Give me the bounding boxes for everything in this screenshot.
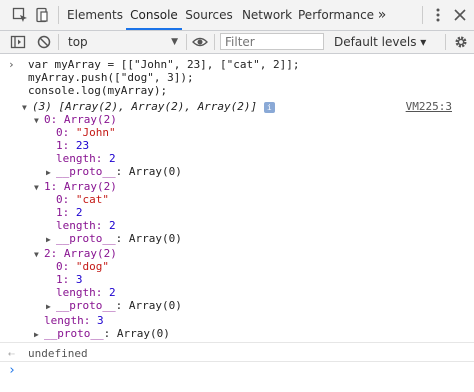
tree-item: 1: 23	[56, 139, 90, 152]
tree-item[interactable]: ▼ 1: Array(2)	[34, 180, 117, 194]
tree-item[interactable]: ▶ __proto__: Array(0)	[46, 299, 182, 313]
gear-icon[interactable]	[453, 34, 469, 50]
more-tabs-button[interactable]: »	[372, 0, 392, 30]
tree-item: length: 2	[56, 152, 116, 165]
expand-triangle-icon[interactable]: ▼	[34, 181, 44, 194]
tree-item: length: 3	[44, 314, 104, 327]
tab-elements[interactable]: Elements	[64, 0, 126, 30]
collapse-triangle-icon[interactable]: ▶	[46, 233, 56, 246]
filter-input[interactable]	[220, 33, 324, 50]
code-line: myArray.push(["dog", 3]);	[28, 71, 194, 84]
result-value: undefined	[28, 347, 88, 360]
device-toolbar-icon[interactable]	[34, 7, 50, 23]
tree-item: 0: "John"	[56, 126, 116, 139]
context-value: top	[68, 35, 88, 49]
console-prompt-chevron[interactable]: ›	[8, 364, 16, 377]
code-line: console.log(myArray);	[28, 84, 168, 97]
tree-item[interactable]: ▼ 0: Array(2)	[34, 113, 117, 127]
tree-item[interactable]: ▶ __proto__: Array(0)	[46, 165, 182, 179]
eye-icon[interactable]	[192, 34, 208, 50]
context-selector[interactable]: top ▼	[64, 33, 182, 51]
tab-network[interactable]: Network	[240, 0, 294, 30]
tree-item: 1: 2	[56, 206, 83, 219]
expand-triangle-icon[interactable]: ▼	[34, 248, 44, 261]
collapse-triangle-icon[interactable]: ▶	[34, 328, 44, 341]
devtools-tab-bar: Elements Console Sources Network Perform…	[0, 0, 474, 31]
tree-item: length: 2	[56, 219, 116, 232]
tab-separator	[58, 6, 59, 24]
clear-console-icon[interactable]	[36, 34, 52, 50]
tree-item[interactable]: ▶ __proto__: Array(0)	[46, 232, 182, 246]
toolbar-separator	[214, 34, 215, 50]
tree-item: 1: 3	[56, 273, 83, 286]
array-summary[interactable]: ▼ (3) [Array(2), Array(2), Array(2)] i	[22, 100, 275, 114]
toolbar-separator	[445, 34, 446, 50]
collapse-triangle-icon[interactable]: ▶	[46, 166, 56, 179]
toolbar-separator	[186, 34, 187, 50]
console-toolbar: top ▼ Default levels ▾	[0, 31, 474, 54]
collapse-triangle-icon[interactable]: ▶	[46, 300, 56, 313]
source-link[interactable]: VM225:3	[406, 100, 452, 113]
close-icon[interactable]	[452, 7, 468, 23]
tab-performance[interactable]: Performance	[298, 0, 374, 30]
tree-item: 0: "dog"	[56, 260, 109, 273]
message-divider	[0, 361, 474, 362]
tree-item: length: 2	[56, 286, 116, 299]
dropdown-arrow-icon: ▼	[171, 37, 178, 47]
result-arrow-icon: ⇠	[8, 347, 15, 360]
expand-triangle-icon[interactable]: ▼	[22, 101, 32, 114]
code-line: var myArray = [["John", 23], ["cat", 2]]…	[28, 58, 300, 71]
log-levels-dropdown[interactable]: Default levels ▾	[334, 33, 426, 51]
message-divider	[0, 342, 474, 343]
tab-separator	[422, 6, 423, 24]
toolbar-separator	[58, 34, 59, 50]
tree-item: 0: "cat"	[56, 193, 109, 206]
tree-item[interactable]: ▼ 2: Array(2)	[34, 247, 117, 261]
tree-item[interactable]: ▶ __proto__: Array(0)	[34, 327, 170, 341]
info-icon[interactable]: i	[263, 101, 275, 113]
inspect-element-icon[interactable]	[12, 7, 28, 23]
kebab-menu-icon[interactable]	[430, 7, 446, 23]
sidebar-toggle-icon[interactable]	[10, 34, 26, 50]
input-prompt-chevron: ›	[8, 58, 15, 71]
tab-console[interactable]: Console	[126, 0, 182, 30]
expand-triangle-icon[interactable]: ▼	[34, 114, 44, 127]
tab-sources[interactable]: Sources	[184, 0, 234, 30]
